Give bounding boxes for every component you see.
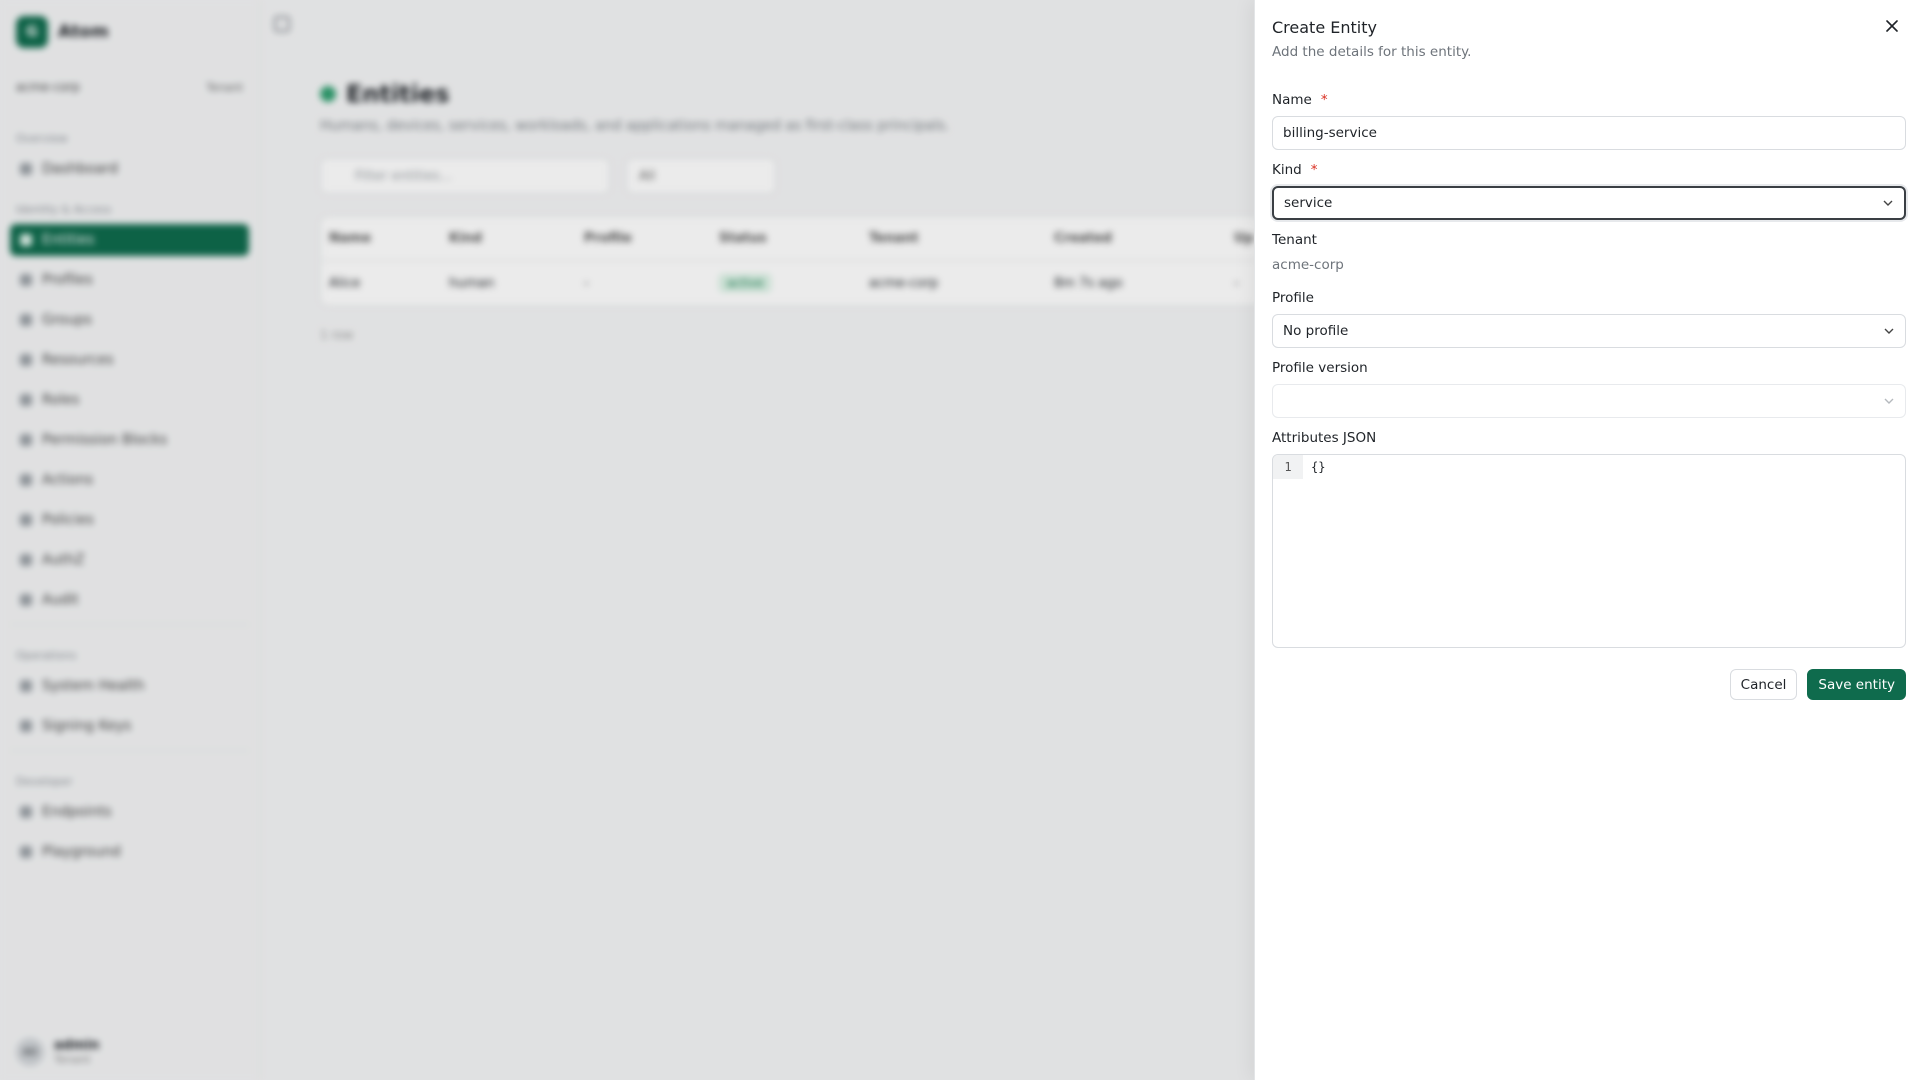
tenant-value: acme-corp: [1272, 257, 1344, 273]
profile-select-value: No profile: [1283, 323, 1349, 339]
profile-field: Profile No profile: [1272, 290, 1906, 348]
name-label-text: Name: [1272, 92, 1312, 108]
required-mark: *: [1310, 162, 1318, 178]
close-button[interactable]: [1882, 16, 1902, 36]
chevron-down-icon: [1884, 398, 1894, 404]
chevron-down-icon: [1883, 200, 1893, 206]
tenant-field: Tenant acme-corp: [1272, 232, 1906, 273]
profile-version-label: Profile version: [1272, 360, 1368, 376]
name-label: Name *: [1272, 92, 1906, 108]
drawer-actions: Cancel Save entity: [1729, 669, 1906, 700]
kind-select-value: service: [1284, 195, 1333, 211]
required-mark: *: [1320, 92, 1328, 108]
attributes-field: Attributes JSON 1 {}: [1272, 430, 1906, 648]
save-entity-button[interactable]: Save entity: [1807, 669, 1906, 700]
attributes-json-editor[interactable]: 1 {}: [1272, 454, 1906, 648]
code-line[interactable]: {}: [1303, 455, 1333, 647]
profile-version-select[interactable]: [1272, 384, 1906, 418]
name-field: Name *: [1272, 92, 1906, 150]
name-input[interactable]: [1272, 116, 1906, 150]
profile-version-field: Profile version: [1272, 360, 1906, 418]
drawer-description: Add the details for this entity.: [1272, 44, 1472, 60]
tenant-label: Tenant: [1272, 232, 1317, 248]
kind-select[interactable]: service: [1272, 186, 1906, 220]
attributes-label: Attributes JSON: [1272, 430, 1377, 446]
line-number: 1: [1273, 455, 1303, 479]
close-icon: [1886, 20, 1898, 32]
create-entity-drawer: Create Entity Add the details for this e…: [1254, 0, 1920, 1080]
kind-field: Kind * service: [1272, 162, 1906, 220]
kind-label: Kind *: [1272, 162, 1906, 178]
kind-label-text: Kind: [1272, 162, 1302, 178]
cancel-button[interactable]: Cancel: [1729, 669, 1798, 700]
drawer-title: Create Entity: [1272, 18, 1377, 37]
profile-label: Profile: [1272, 290, 1314, 306]
chevron-down-icon: [1884, 328, 1894, 334]
profile-select[interactable]: No profile: [1272, 314, 1906, 348]
